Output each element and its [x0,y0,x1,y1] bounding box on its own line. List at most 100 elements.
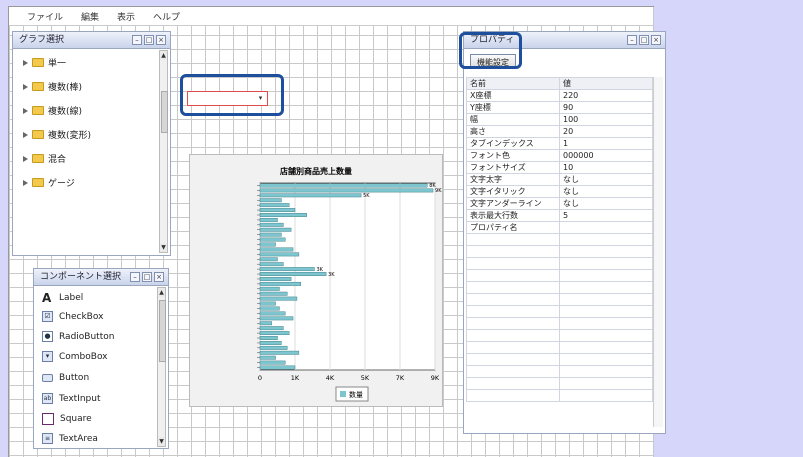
table-row[interactable]: 幅 100 [466,113,653,126]
menu-file[interactable]: ファイル [27,10,63,23]
component-item-label[interactable]: A Label [42,291,83,305]
expand-arrow-icon[interactable] [23,155,28,162]
property-value-cell[interactable]: なし [559,197,653,210]
scroll-thumb[interactable] [159,300,166,362]
property-value-cell[interactable] [559,353,653,366]
property-value-cell[interactable]: なし [559,173,653,186]
minimize-icon[interactable]: – [132,35,142,45]
tree-item[interactable]: ゲージ [23,176,75,189]
property-value-cell[interactable] [559,317,653,330]
bar-chart-widget[interactable]: 店舗別商品売上数量 8K 9K 5K 3K 3K 0 1K 4K 5K 7K 9K 数量 [189,154,443,407]
menu-view[interactable]: 表示 [117,10,135,23]
expand-arrow-icon[interactable] [23,59,28,66]
property-value-cell[interactable] [559,221,653,234]
scroll-thumb[interactable] [161,91,168,133]
property-value-cell[interactable] [559,305,653,318]
table-row[interactable] [466,341,653,354]
tree-item[interactable]: 複数(変形) [23,128,91,141]
property-value-cell[interactable]: 100 [559,113,653,126]
table-row[interactable] [466,353,653,366]
property-value-cell[interactable] [559,245,653,258]
property-value-cell[interactable]: なし [559,185,653,198]
minimize-icon[interactable]: – [627,35,637,45]
table-row[interactable] [466,293,653,306]
component-panel-title[interactable]: コンポーネント選択 – □ × [34,269,168,286]
tree-item[interactable]: 複数(棒) [23,80,82,93]
component-item-combobox[interactable]: ▾ ComboBox [42,351,108,362]
scroll-down-icon[interactable]: ▼ [160,243,167,252]
graph-panel-title[interactable]: グラフ選択 – □ × [13,32,170,49]
minimize-icon[interactable]: – [130,272,140,282]
graph-panel-scrollbar[interactable]: ▲ ▼ [159,50,168,253]
table-row[interactable]: 文字太字 なし [466,173,653,186]
table-row[interactable] [466,329,653,342]
property-value-cell[interactable]: 220 [559,89,653,102]
property-value-cell[interactable] [559,377,653,390]
property-value-cell[interactable] [559,329,653,342]
property-name-cell: 文字太字 [466,173,560,186]
component-item-square[interactable]: Square [42,413,92,425]
table-row[interactable]: X座標 220 [466,89,653,102]
property-value-cell[interactable]: 10 [559,161,653,174]
table-row[interactable] [466,389,653,402]
table-row[interactable] [466,281,653,294]
tree-item[interactable]: 混合 [23,152,66,165]
expand-arrow-icon[interactable] [23,83,28,90]
table-row[interactable]: 表示最大行数 5 [466,209,653,222]
property-value-cell[interactable]: 000000 [559,149,653,162]
property-value-cell[interactable]: 90 [559,101,653,114]
component-item-textarea[interactable]: ≡ TextArea [42,433,98,444]
restore-icon[interactable]: □ [144,35,154,45]
property-value-cell[interactable] [559,341,653,354]
close-icon[interactable]: × [651,35,661,45]
property-value-cell[interactable] [559,269,653,282]
table-row[interactable]: Y座標 90 [466,101,653,114]
component-item-radiobutton[interactable]: ● RadioButton [42,331,114,342]
property-value-cell[interactable] [559,389,653,402]
table-row[interactable] [466,377,653,390]
table-row[interactable]: フォント色 000000 [466,149,653,162]
expand-arrow-icon[interactable] [23,107,28,114]
table-row[interactable]: フォントサイズ 10 [466,161,653,174]
scroll-up-icon[interactable]: ▲ [158,288,165,297]
scroll-down-icon[interactable]: ▼ [158,437,165,446]
component-panel-scrollbar[interactable]: ▲ ▼ [157,287,166,447]
menu-help[interactable]: ヘルプ [153,10,180,23]
property-value-cell[interactable] [559,233,653,246]
table-row[interactable] [466,233,653,246]
menu-edit[interactable]: 編集 [81,10,99,23]
component-item-button[interactable]: Button [42,373,89,383]
canvas-combobox[interactable]: ▾ [187,91,268,106]
restore-icon[interactable]: □ [142,272,152,282]
restore-icon[interactable]: □ [639,35,649,45]
property-value-cell[interactable] [559,293,653,306]
property-panel-scrollbar[interactable] [653,77,663,427]
scroll-up-icon[interactable]: ▲ [160,51,167,60]
table-row[interactable] [466,365,653,378]
property-value-cell[interactable]: 5 [559,209,653,222]
table-row[interactable] [466,317,653,330]
expand-arrow-icon[interactable] [23,131,28,138]
component-item-checkbox[interactable]: ☑ CheckBox [42,311,103,322]
expand-arrow-icon[interactable] [23,179,28,186]
tree-item[interactable]: 単一 [23,56,66,69]
property-value-cell[interactable] [559,257,653,270]
table-row[interactable] [466,245,653,258]
table-row[interactable]: 文字アンダーライン なし [466,197,653,210]
table-row[interactable] [466,257,653,270]
property-value-cell[interactable] [559,365,653,378]
table-row[interactable]: タブインデックス 1 [466,137,653,150]
table-row[interactable]: プロパティ名 [466,221,653,234]
table-row[interactable] [466,305,653,318]
property-value-cell[interactable]: 1 [559,137,653,150]
property-value-cell[interactable] [559,281,653,294]
table-row[interactable]: 文字イタリック なし [466,185,653,198]
close-icon[interactable]: × [154,272,164,282]
component-item-textinput[interactable]: ab TextInput [42,393,101,404]
close-icon[interactable]: × [156,35,166,45]
table-row[interactable]: 高さ 20 [466,125,653,138]
chevron-down-icon[interactable]: ▾ [255,93,266,104]
table-row[interactable] [466,269,653,282]
tree-item[interactable]: 複数(線) [23,104,82,117]
property-value-cell[interactable]: 20 [559,125,653,138]
